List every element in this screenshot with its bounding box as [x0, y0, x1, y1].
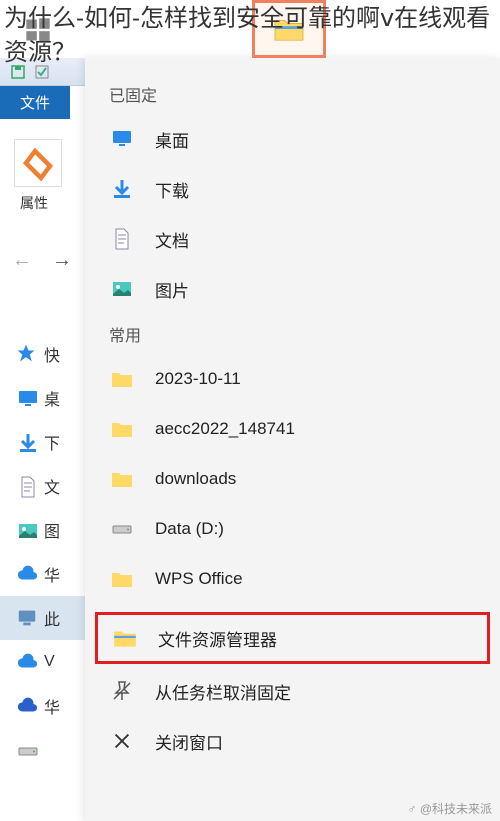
pinned-header: 已固定 — [85, 74, 500, 114]
explorer-taskbar-highlight — [252, 0, 326, 58]
menu-item-label: aecc2022_148741 — [155, 419, 295, 439]
pc-icon — [16, 607, 38, 629]
quick-access-toolbar — [0, 58, 85, 86]
menu-item-explorer[interactable]: 文件资源管理器 — [95, 612, 490, 664]
menu-item-label: Data (D:) — [155, 519, 224, 539]
sidebar-item-label: 下 — [44, 430, 60, 454]
back-arrow-icon: ← — [12, 249, 32, 272]
folder-icon — [109, 416, 135, 442]
drive-icon — [109, 516, 135, 542]
menu-item-label: 文件资源管理器 — [158, 626, 277, 651]
save-icon[interactable] — [10, 64, 26, 80]
sidebar-item-label: 此 — [44, 606, 60, 630]
menu-item-label: 下载 — [155, 177, 189, 202]
menu-item-label: WPS Office — [155, 569, 243, 589]
windows-logo-icon[interactable] — [20, 12, 56, 48]
pic-icon — [16, 519, 38, 541]
sidebar-item[interactable]: V — [16, 640, 85, 684]
checkbox-icon[interactable] — [34, 64, 50, 80]
sidebar-item[interactable]: 下 — [16, 420, 85, 464]
drive-icon — [16, 739, 38, 761]
monitor-icon — [16, 387, 38, 409]
menu-item-label: 从任务栏取消固定 — [155, 679, 291, 704]
navigation-tree: 快桌下文图华此V华 — [0, 332, 85, 772]
watermark-text: ♂ @科技未来派 — [407, 800, 492, 817]
sidebar-item[interactable]: 快 — [16, 332, 85, 376]
menu-item-desktop[interactable]: 桌面 — [85, 114, 500, 164]
sidebar-item-label: 快 — [44, 342, 60, 366]
doc-icon — [16, 475, 38, 497]
download-icon — [109, 176, 135, 202]
taskbar-icons-row — [0, 12, 56, 48]
close-icon — [109, 728, 135, 754]
menu-item-drive[interactable]: Data (D:) — [85, 504, 500, 554]
nav-arrows: ← → — [0, 229, 85, 292]
star-icon — [16, 343, 38, 365]
unpin-icon — [109, 678, 135, 704]
sidebar-item[interactable]: 桌 — [16, 376, 85, 420]
sidebar-item-label: 文 — [44, 474, 60, 498]
explorer-left-panel: 文件 属性 ← → 快桌下文图华此V华 — [0, 58, 85, 821]
sidebar-item[interactable]: 华 — [16, 684, 85, 728]
menu-item-close[interactable]: 关闭窗口 — [85, 716, 500, 766]
sidebar-item-label: 华 — [44, 694, 60, 718]
down-icon — [16, 431, 38, 453]
folder-icon — [109, 466, 135, 492]
picture-icon — [109, 276, 135, 302]
sidebar-item-label: 华 — [44, 562, 60, 586]
explorer-icon — [112, 625, 138, 651]
jump-list-menu: 已固定 桌面下载文档图片 常用 2023-10-11 aecc2022_14874… — [85, 58, 500, 821]
desktop-icon — [109, 126, 135, 152]
cloud-icon — [16, 651, 38, 673]
menu-item-download[interactable]: 下载 — [85, 164, 500, 214]
sidebar-item-label: 图 — [44, 518, 60, 542]
folder-icon — [109, 366, 135, 392]
cloud-icon — [16, 563, 38, 585]
menu-item-label: downloads — [155, 469, 236, 489]
menu-item-label: 图片 — [155, 277, 189, 302]
menu-item-label: 桌面 — [155, 127, 189, 152]
file-tab[interactable]: 文件 — [0, 86, 70, 119]
menu-item-folder[interactable]: aecc2022_148741 — [85, 404, 500, 454]
document-icon — [109, 226, 135, 252]
menu-item-folder[interactable]: downloads — [85, 454, 500, 504]
sidebar-item[interactable]: 图 — [16, 508, 85, 552]
file-explorer-icon[interactable] — [272, 15, 306, 43]
menu-item-label: 关闭窗口 — [155, 729, 223, 754]
sidebar-item[interactable] — [16, 728, 85, 772]
folder-icon — [109, 566, 135, 592]
menu-item-document[interactable]: 文档 — [85, 214, 500, 264]
sidebar-item[interactable]: 文 — [16, 464, 85, 508]
sidebar-item-label: 桌 — [44, 386, 60, 410]
menu-item-label: 2023-10-11 — [155, 369, 241, 389]
sidebar-item-label: V — [44, 653, 55, 671]
menu-item-folder[interactable]: 2023-10-11 — [85, 354, 500, 404]
frequent-header: 常用 — [85, 314, 500, 354]
menu-item-folder[interactable]: WPS Office — [85, 554, 500, 604]
properties-icon — [14, 139, 62, 187]
forward-arrow-icon[interactable]: → — [52, 249, 72, 272]
menu-item-unpin[interactable]: 从任务栏取消固定 — [85, 666, 500, 716]
sidebar-item[interactable]: 此 — [0, 596, 85, 640]
properties-label: 属性 — [14, 193, 85, 213]
menu-item-label: 文档 — [155, 227, 189, 252]
sidebar-item[interactable]: 华 — [16, 552, 85, 596]
menu-item-picture[interactable]: 图片 — [85, 264, 500, 314]
properties-block[interactable]: 属性 — [0, 119, 85, 229]
cloud-icon — [16, 695, 38, 717]
